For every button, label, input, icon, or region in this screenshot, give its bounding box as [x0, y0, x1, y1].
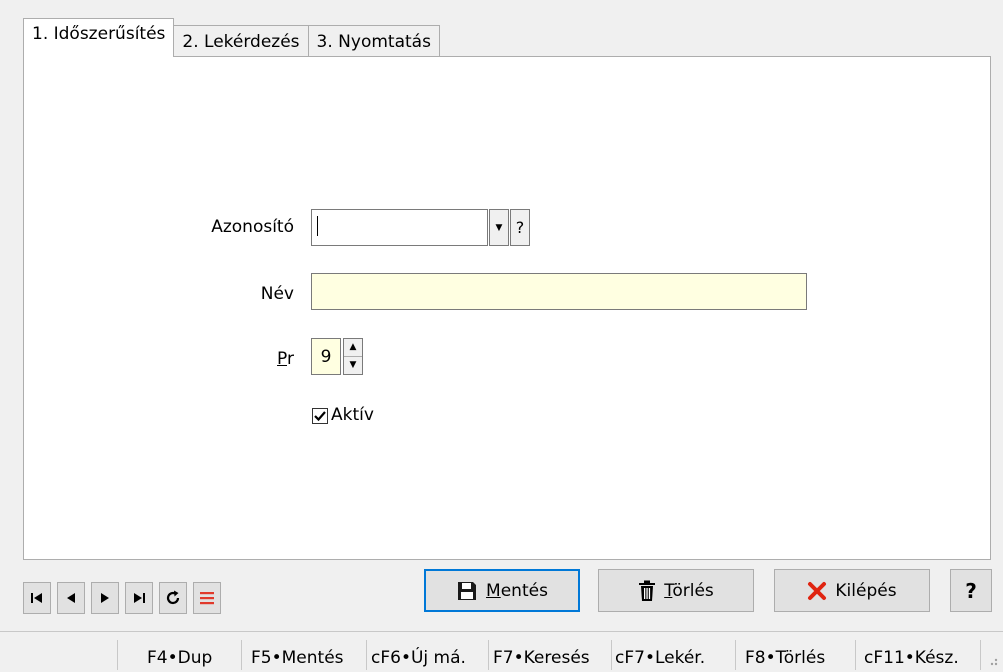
floppy-disk-icon	[458, 581, 477, 600]
status-cf6-uj[interactable]: cF6•Új má.	[371, 648, 466, 668]
save-label: Mentés	[486, 581, 548, 601]
spin-down-icon[interactable]: ▼	[344, 357, 362, 375]
help-label: ?	[515, 218, 525, 237]
nev-input[interactable]	[311, 273, 807, 310]
status-bar-divider	[0, 631, 1003, 632]
exit-button[interactable]: Kilépés	[774, 569, 930, 612]
status-separator	[611, 640, 612, 670]
tab-nyomtatas[interactable]: 3. Nyomtatás	[307, 25, 440, 57]
pr-input[interactable]: 9	[311, 338, 341, 375]
pr-label-accel: P	[277, 349, 287, 369]
status-separator	[855, 640, 856, 670]
first-record-button[interactable]	[23, 582, 51, 614]
status-f4-dup[interactable]: F4•Dup	[147, 648, 212, 668]
delete-label-rest: örlés	[672, 580, 714, 601]
azonosito-label: Azonosító	[211, 217, 294, 237]
save-accel: M	[486, 580, 501, 601]
azonosito-input[interactable]	[311, 209, 488, 246]
pr-value: 9	[320, 346, 332, 367]
close-x-icon	[808, 581, 827, 600]
previous-icon	[67, 593, 75, 603]
status-separator	[735, 640, 736, 670]
status-separator	[366, 640, 367, 670]
status-separator	[488, 640, 489, 670]
pr-spinner[interactable]: ▲ ▼	[343, 338, 363, 375]
status-f7-kereses[interactable]: F7•Keresés	[493, 648, 590, 668]
save-label-rest: entés	[500, 580, 548, 601]
next-record-button[interactable]	[91, 582, 119, 614]
refresh-button[interactable]	[159, 582, 187, 614]
delete-label: Törlés	[664, 581, 714, 601]
text-caret	[317, 216, 318, 236]
list-button[interactable]	[193, 582, 221, 614]
save-button[interactable]: Mentés	[424, 569, 580, 612]
refresh-icon	[166, 590, 180, 605]
first-icon	[31, 593, 42, 603]
exit-label: Kilépés	[835, 580, 897, 601]
trash-icon	[639, 580, 656, 601]
tab-strip: 1. Időszerűsítés 2. Lekérdezés 3. Nyomta…	[23, 17, 440, 57]
delete-button[interactable]: Törlés	[598, 569, 754, 612]
spin-up-icon[interactable]: ▲	[344, 339, 362, 357]
help-label: ?	[965, 578, 977, 603]
nev-label: Név	[260, 284, 294, 304]
last-icon	[134, 593, 145, 603]
status-f5-mentes[interactable]: F5•Mentés	[251, 648, 344, 668]
help-button[interactable]: ?	[950, 569, 992, 612]
status-cf7-leker[interactable]: cF7•Lekér.	[615, 648, 705, 668]
aktiv-checkbox[interactable]	[312, 408, 328, 424]
list-icon	[200, 592, 214, 605]
tab-panel: Azonosító ▼ ? Név Pr 9 ▲ ▼ Aktív	[23, 56, 991, 560]
checkmark-icon	[314, 411, 326, 422]
azonosito-dropdown-button[interactable]: ▼	[489, 209, 509, 246]
status-separator	[980, 640, 981, 670]
previous-record-button[interactable]	[57, 582, 85, 614]
last-record-button[interactable]	[125, 582, 153, 614]
tab-label: 2. Lekérdezés	[182, 31, 300, 52]
tab-label: 3. Nyomtatás	[316, 31, 431, 52]
pr-label-rest: r	[287, 349, 294, 369]
tab-label: 1. Időszerűsítés	[32, 24, 166, 44]
resize-grip-icon[interactable]	[985, 652, 999, 666]
status-f8-torles[interactable]: F8•Törlés	[745, 648, 825, 668]
aktiv-label: Aktív	[331, 405, 374, 425]
pr-label: Pr	[244, 349, 294, 369]
status-separator	[117, 640, 118, 670]
next-icon	[101, 593, 109, 603]
tab-idoszerusites[interactable]: 1. Időszerűsítés	[23, 18, 175, 57]
status-separator	[241, 640, 242, 670]
azonosito-help-button[interactable]: ?	[510, 209, 530, 246]
tab-lekerdezes[interactable]: 2. Lekérdezés	[173, 25, 309, 57]
status-cf11-kesz[interactable]: cF11•Kész.	[864, 648, 959, 668]
chevron-down-icon: ▼	[495, 222, 503, 233]
